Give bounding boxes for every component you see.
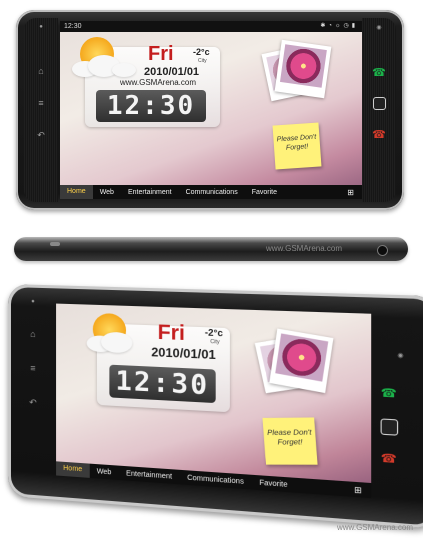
call-icon[interactable]: ☎ [372, 66, 386, 79]
bottom-watermark: www.GSMArena.com [337, 523, 413, 532]
weather-day: Fri [148, 43, 174, 66]
weather-date: 2010/01/01 [151, 345, 215, 362]
status-bar: 12:30 ✱◔☼◷▮ [60, 21, 362, 32]
sticky-note[interactable]: Please Don't Forget! [262, 417, 317, 464]
sticky-note[interactable]: Please Don't Forget! [273, 122, 322, 169]
select-square-icon[interactable] [373, 97, 386, 110]
weather-temp: -2°c [193, 47, 210, 57]
back-icon[interactable]: ↶ [26, 397, 40, 409]
tab-communications[interactable]: Communications [179, 189, 245, 196]
end-call-icon[interactable]: ☎ [372, 128, 386, 141]
weather-site: www.GSMArena.com [120, 78, 196, 87]
flower-photo [275, 333, 328, 381]
taskbar: Home Web Entertainment Communications Fa… [56, 461, 371, 498]
flower-photo [280, 44, 327, 87]
weather-temp: -2°c [205, 327, 223, 338]
select-square-icon[interactable] [381, 418, 399, 435]
sticky-note-text: Please Don't Forget! [273, 122, 321, 153]
side-watermark: www.GSMArena.com [266, 244, 342, 253]
tab-favorite[interactable]: Favorite [245, 189, 284, 196]
power-icon[interactable]: ◉ [372, 24, 386, 31]
back-icon[interactable]: ↶ [34, 130, 48, 141]
tab-communications[interactable]: Communications [180, 473, 252, 485]
taskbar: Home Web Entertainment Communications Fa… [60, 185, 362, 199]
screen-front: 12:30 ✱◔☼◷▮ Fri -2°c City 2010/01/01 www… [60, 21, 362, 199]
digital-clock: 12:30 [109, 365, 215, 403]
power-icon[interactable]: ◉ [392, 351, 409, 359]
camera-icon: ● [26, 299, 40, 305]
apps-grid-icon[interactable]: ⊞ [347, 188, 354, 197]
right-bezel: ◉ ☎ ☎ [362, 18, 396, 202]
tablet-front: ● ⌂ ≡ ↶ ◉ ☎ ☎ 12:30 ✱◔☼◷▮ Fri -2°c City … [16, 10, 404, 210]
menu-icon[interactable]: ≡ [26, 363, 40, 374]
call-icon[interactable]: ☎ [381, 386, 397, 401]
tab-favorite[interactable]: Favorite [252, 478, 296, 489]
left-bezel: ● ⌂ ≡ ↶ [24, 18, 58, 202]
tab-home[interactable]: Home [56, 461, 89, 478]
tab-entertainment[interactable]: Entertainment [119, 469, 180, 481]
apps-grid-icon[interactable]: ⊞ [354, 485, 362, 495]
home-icon[interactable]: ⌂ [34, 66, 48, 76]
status-icons: ✱◔☼◷▮ [320, 21, 358, 32]
sticky-note-text: Please Don't Forget! [262, 417, 316, 447]
tab-entertainment[interactable]: Entertainment [121, 189, 179, 196]
photo-widget[interactable] [275, 40, 332, 98]
camera-icon: ● [34, 24, 48, 30]
status-time: 12:30 [64, 23, 82, 30]
tab-web[interactable]: Web [89, 467, 118, 476]
side-button [50, 242, 60, 246]
headphone-jack-icon [377, 245, 388, 256]
weather-date: 2010/01/01 [144, 66, 199, 78]
tablet-angled: ● ⌂ ≡ ↶ ☎ ☎ ◉ Fri -2°c City 2010/01/01 1… [8, 284, 423, 529]
digital-clock: 12:30 [96, 90, 206, 122]
weather-city: City [198, 58, 207, 64]
weather-city: City [210, 339, 219, 346]
weather-day: Fri [158, 321, 185, 346]
menu-icon[interactable]: ≡ [34, 98, 48, 108]
cloud-icon [112, 63, 136, 77]
screen-angled: Fri -2°c City 2010/01/01 12:30 Please Do… [56, 304, 371, 499]
home-icon[interactable]: ⌂ [26, 329, 40, 340]
end-call-icon[interactable]: ☎ [381, 451, 397, 466]
tab-web[interactable]: Web [93, 189, 121, 196]
tab-home[interactable]: Home [60, 185, 93, 199]
photo-widget[interactable] [269, 329, 333, 394]
tablet-side: www.GSMArena.com [14, 237, 408, 261]
